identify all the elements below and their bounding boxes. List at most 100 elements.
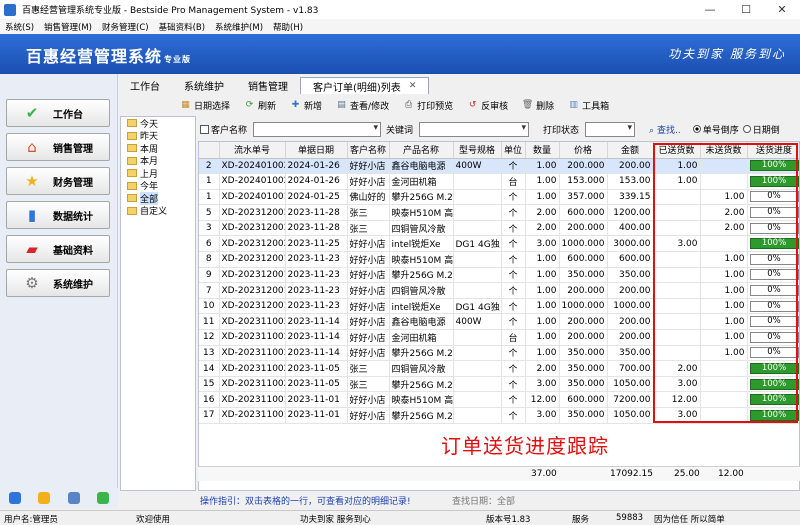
table-cell: 1000.00 [607,298,654,315]
table-cell: 14 [199,360,220,377]
nav-button[interactable]: ⌂ 销售管理 [6,133,110,161]
nav-button[interactable]: ▰ 基础资料 [6,235,110,263]
close-tab-icon[interactable]: ✕ [409,81,417,91]
nav-button[interactable]: ✔ 工作台 [6,99,110,127]
tree-node[interactable]: 全部 [121,191,195,205]
table-row[interactable]: 11 XD-202311003 2023-11-14 好好小店 鑫谷电脑电源 400W 个 1… [199,313,799,331]
sort-date-radio[interactable] [742,125,751,133]
keyword-input[interactable] [419,121,530,137]
table-row[interactable]: 12 XD-202311003 2023-11-14 好好小店 金河田机箱台 1.00 20… [199,329,799,346]
customer-filter-checkbox[interactable] [200,124,209,134]
menu-item[interactable]: 财务管理(C) [97,21,154,33]
progress-bar: 0% [749,191,799,203]
column-header[interactable]: 未送货数 [700,142,748,159]
column-header[interactable]: 金额 [607,142,654,159]
table-cell [453,407,502,424]
tree-node[interactable]: 今天 [121,117,195,130]
table-cell: XD-202311003 [219,345,286,362]
table-row[interactable]: 14 XD-202311002 2023-11-05 张三 四铜管风冷散个 2.00 350… [199,360,799,377]
print-status-combo[interactable] [585,121,636,137]
table-cell: 攀升256G M.2 [389,407,454,424]
toolbox-button[interactable]: ▥ 工具箱 [568,99,609,112]
title-bar: 百惠经营管理系统专业版 - Bestside Pro Management Sy… [0,0,800,19]
column-header[interactable]: 流水单号 [219,142,286,159]
table-row[interactable]: 2 XD-202401002 2024-01-26 好好小店 鑫谷电脑电源 400W 个 1.… [199,158,799,175]
customer-label: 客户名称 [211,125,248,136]
tree-node[interactable]: 本月 [121,155,195,167]
table-cell: 1.00 [525,267,560,284]
add-button[interactable]: ✚ 新增 [290,99,322,112]
table-cell: XD-202311002 [219,360,286,377]
table-row[interactable]: 10 XD-202312001 2023-11-23 好好小店 intel锐炬Xe DG1… [199,298,799,315]
column-header[interactable] [199,142,220,159]
calculator-icon[interactable] [8,492,21,504]
status-bar: 用户名:管理员 欢迎使用 功夫到家 服务到心 版本号1.83 服务 59883 … [0,510,800,525]
table-row[interactable]: 15 XD-202311002 2023-11-05 张三 攀升256G M.2 个 3.0… [199,376,799,393]
view-edit-button[interactable]: ▤ 查看/修改 [336,99,389,112]
table-row[interactable]: 3 XD-202312003 2023-11-28 张三 四铜管风冷散个 2.00 200.… [199,220,799,237]
search-label: 查找.. [656,125,681,136]
customer-combo[interactable] [253,121,382,137]
date-select-button[interactable]: ▦ 日期选择 [180,99,230,112]
notepad-icon[interactable] [67,492,80,504]
delete-button[interactable]: 🗑 删除 [522,99,554,112]
table-row[interactable]: 9 XD-202312001 2023-11-23 好好小店 攀升256G M.2 个 1.… [199,267,799,284]
nav-button[interactable]: ★ 财务管理 [6,167,110,195]
menu-item[interactable]: 系统维护(M) [210,21,268,33]
close-button[interactable]: ✕ [764,0,800,19]
exit-icon[interactable] [97,492,110,504]
tab[interactable]: 销售管理 [236,77,300,94]
sort-date-label: 日期倒 [752,125,780,136]
tree-node[interactable]: 自定义 [121,205,195,217]
unaudit-button[interactable]: ↺ 反审核 [467,99,508,112]
column-header[interactable]: 已送货数 [653,142,701,159]
table-row[interactable]: 5 XD-202312003 2023-11-28 张三 映泰H510M 高个 2.00 6… [199,204,799,221]
folder-icon [127,144,137,153]
nav-button[interactable]: ⚙ 系统维护 [6,269,110,297]
table-cell: 个 [501,204,526,221]
brand-suffix: 专业版 [164,55,192,64]
table-cell: 映泰H510M 高 [389,251,454,268]
column-header[interactable]: 单位 [501,142,526,159]
tree-node[interactable]: 今年 [121,180,195,192]
maximize-button[interactable]: ☐ [728,0,764,19]
menu-item[interactable]: 基础资料(B) [154,21,210,33]
bar-chart-icon: ▮ [27,206,37,224]
table-row[interactable]: 17 XD-202311001 2023-11-01 好好小店 攀升256G M.2 个 3… [199,407,799,424]
table-row[interactable]: 1 XD-202401001 2024-01-25 佛山好的 攀升256G M.2 个 1.… [199,189,799,206]
column-header[interactable]: 型号规格 [453,142,502,159]
table-row[interactable]: 16 XD-202311001 2023-11-01 好好小店 映泰H510M 高个 12… [199,391,799,408]
menu-item[interactable]: 销售管理(M) [39,21,97,33]
minimize-button[interactable]: — [692,0,728,19]
tab[interactable]: 系统维护 [172,77,236,94]
table-row[interactable]: 7 XD-202312001 2023-11-23 好好小店 四铜管风冷散个 1.00 20… [199,282,799,299]
search-button[interactable]: ⌕ 查找.. [649,123,681,136]
column-header[interactable]: 送货进度 [747,142,799,159]
tree-node[interactable]: 昨天 [121,130,195,142]
clock-icon[interactable] [38,492,51,504]
table-cell: 好好小店 [347,173,390,190]
table-row[interactable]: 8 XD-202312001 2023-11-23 好好小店 映泰H510M 高个 1.0… [199,251,799,268]
sort-desc-radio[interactable] [692,125,701,133]
refresh-button[interactable]: ⟳ 刷新 [244,99,276,112]
column-header[interactable]: 数量 [525,142,560,159]
menu-item[interactable]: 帮助(H) [268,21,308,33]
print-preview-button[interactable]: ⎙ 打印预览 [403,99,453,112]
tree-node[interactable]: 本周 [121,142,195,155]
table-row[interactable]: 1 XD-202401002 2024-01-26 好好小店 金河田机箱台 1.00 153… [199,173,799,190]
table-cell: 2023-11-14 [285,313,348,331]
tab[interactable]: 工作台 [118,77,172,94]
nav-button[interactable]: ▮ 数据统计 [6,201,110,229]
table-cell: 映泰H510M 高 [389,391,454,408]
progress-cell: 0% [747,345,799,362]
column-header[interactable]: 客户名称 [347,142,390,159]
table-row[interactable]: 13 XD-202311003 2023-11-14 好好小店 攀升256G M.2 个 1… [199,345,799,362]
column-header[interactable]: 价格 [559,142,608,159]
tab[interactable]: 客户订单(明细)列表 ✕ [300,77,430,94]
menu-item[interactable]: 系统(S) [0,21,39,33]
column-header[interactable]: 单据日期 [285,142,348,159]
column-header[interactable]: 产品名称 [389,142,454,159]
table-row[interactable]: 6 XD-202312002 2023-11-25 好好小店 intel锐炬Xe DG1 … [199,235,799,253]
tree-node[interactable]: 上月 [121,167,195,180]
table-cell: 17 [199,407,220,424]
